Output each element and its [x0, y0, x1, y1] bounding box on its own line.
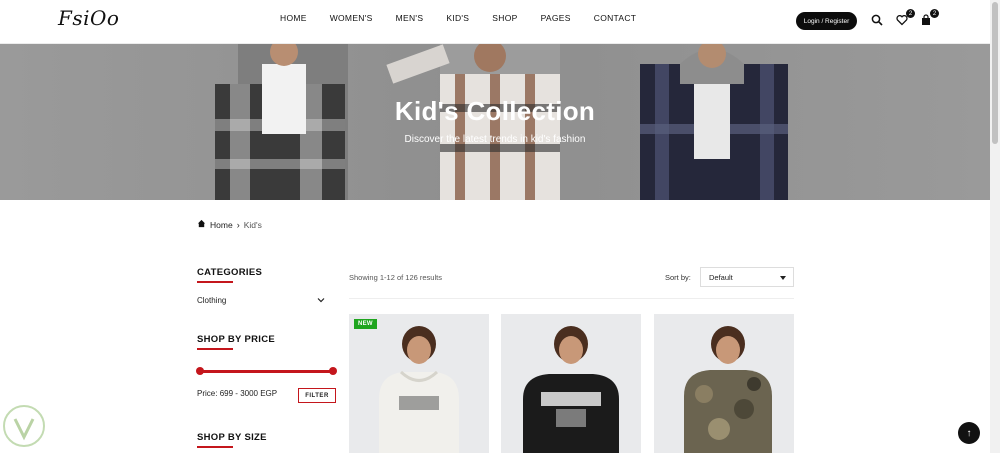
results-count: Showing 1-12 of 126 results: [349, 273, 442, 282]
chevron-down-icon[interactable]: [317, 296, 325, 306]
site-header: FsiOo HOME WOMEN'S MEN'S KID'S SHOP PAGE…: [0, 0, 990, 44]
nav-shop[interactable]: SHOP: [492, 13, 517, 23]
price-max-handle[interactable]: [329, 367, 337, 375]
search-icon[interactable]: [871, 13, 885, 27]
price-range-text: Price: 699 - 3000 EGP: [197, 389, 277, 398]
page: FsiOo HOME WOMEN'S MEN'S KID'S SHOP PAGE…: [0, 0, 1000, 453]
wishlist-count-badge: 2: [906, 9, 915, 18]
product-image: [684, 326, 772, 453]
nav-home[interactable]: HOME: [280, 13, 307, 23]
home-icon[interactable]: [197, 219, 206, 230]
caret-down-icon: [780, 276, 786, 280]
filter-button[interactable]: FILTER: [298, 388, 336, 403]
price-currency: EGP: [260, 389, 278, 398]
sort-label: Sort by:: [665, 273, 691, 282]
back-to-top-button[interactable]: ↑: [958, 422, 980, 444]
breadcrumb: Home › Kid's: [197, 219, 262, 230]
site-logo[interactable]: FsiOo: [58, 6, 119, 30]
cart-count-badge: 2: [930, 9, 939, 18]
category-label: Clothing: [197, 296, 227, 305]
price-min-handle[interactable]: [196, 367, 204, 375]
price-range-track[interactable]: [200, 370, 333, 373]
price-filter-title: SHOP BY PRICE: [197, 334, 275, 350]
product-image: [379, 326, 459, 453]
size-filter-title: SHOP BY SIZE: [197, 432, 267, 448]
sort-select[interactable]: Default: [700, 267, 794, 287]
price-separator: -: [235, 389, 238, 398]
price-label: Price:: [197, 389, 218, 398]
product-image: [523, 326, 619, 453]
product-card[interactable]: NEW: [349, 314, 489, 453]
nav-womens[interactable]: WOMEN'S: [330, 13, 373, 23]
product-card[interactable]: [501, 314, 641, 453]
product-card[interactable]: [654, 314, 794, 453]
divider: [349, 298, 794, 299]
price-max-value: 3000: [240, 389, 258, 398]
sort-value: Default: [709, 272, 733, 282]
wishlist-icon[interactable]: 2: [896, 9, 915, 27]
breadcrumb-current: Kid's: [243, 219, 262, 230]
arrow-up-icon: ↑: [966, 427, 972, 439]
categories-title: CATEGORIES: [197, 267, 263, 283]
nav-mens[interactable]: MEN'S: [396, 13, 424, 23]
hero-banner: Kid's Collection Discover the latest tre…: [0, 44, 990, 200]
chevron-right-icon: ›: [236, 219, 240, 230]
watermark-logo: [3, 405, 45, 447]
nav-kids[interactable]: KID'S: [446, 13, 469, 23]
page-scrollbar[interactable]: [990, 0, 1000, 453]
nav-contact[interactable]: CONTACT: [594, 13, 637, 23]
hero-subtitle: Discover the latest trends in kid's fash…: [404, 134, 586, 145]
scrollbar-thumb[interactable]: [992, 2, 998, 144]
cart-icon[interactable]: 2: [920, 9, 939, 27]
price-min-value: 699: [219, 389, 234, 398]
nav-pages[interactable]: PAGES: [541, 13, 571, 23]
main-nav: HOME WOMEN'S MEN'S KID'S SHOP PAGES CONT…: [280, 13, 659, 23]
breadcrumb-home[interactable]: Home: [210, 220, 233, 230]
hero-title: Kid's Collection: [394, 96, 596, 126]
new-badge: NEW: [354, 319, 377, 329]
login-register-button[interactable]: Login / Register: [796, 12, 857, 30]
category-item-clothing[interactable]: Clothing: [197, 296, 325, 306]
